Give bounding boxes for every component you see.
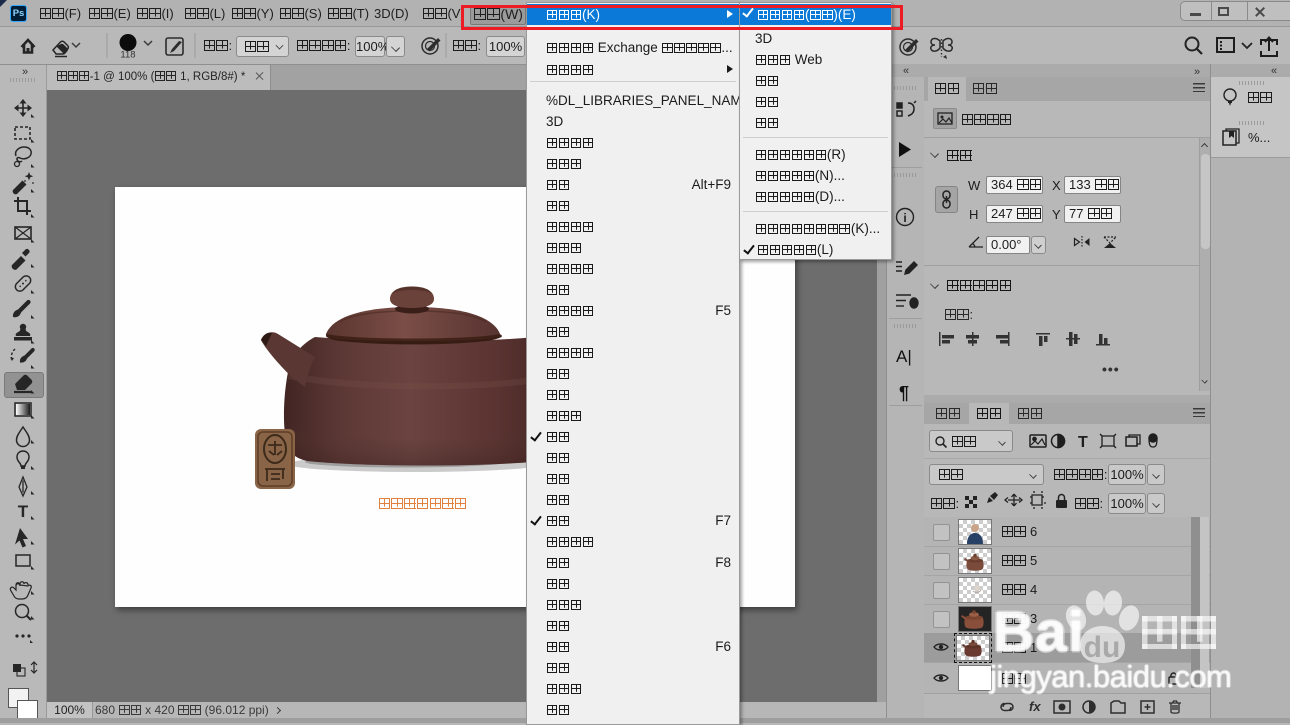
svg-text:¶: ¶ [899, 383, 909, 403]
svg-text:i: i [903, 211, 906, 225]
svg-text:118: 118 [120, 50, 135, 61]
svg-text:T: T [1078, 434, 1088, 451]
svg-text:T: T [18, 502, 29, 521]
svg-text:A|: A| [896, 347, 912, 366]
